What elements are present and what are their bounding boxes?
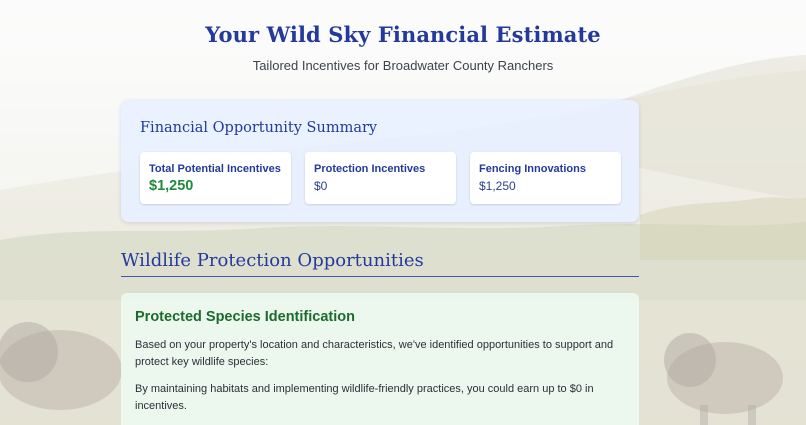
total-incentives-value: $1,250	[149, 178, 194, 194]
species-incentive-text: By maintaining habitats and implementing…	[135, 383, 594, 412]
total-incentives-card: Total Potential Incentives $1,250	[140, 152, 291, 204]
page-subtitle: Tailored Incentives for Broadwater Count…	[252, 58, 554, 73]
financial-summary-panel: Financial Opportunity Summary Total Pote…	[121, 100, 639, 222]
species-title: Protected Species Identification	[135, 309, 355, 325]
protection-incentives-card: Protection Incentives $0	[305, 152, 456, 204]
page-title: Your Wild Sky Financial Estimate	[205, 22, 601, 47]
protection-incentives-value: $0	[314, 179, 328, 193]
summary-title: Financial Opportunity Summary	[140, 120, 378, 136]
protection-incentives-label: Protection Incentives	[314, 163, 426, 175]
fencing-innovations-value: $1,250	[479, 179, 516, 193]
protected-species-panel: Protected Species Identification Based o…	[121, 293, 639, 425]
fencing-innovations-card: Fencing Innovations $1,250	[470, 152, 621, 204]
fencing-innovations-label: Fencing Innovations	[479, 163, 586, 175]
estimate-page: Your Wild Sky Financial Estimate Tailore…	[0, 0, 806, 425]
wildlife-section-heading: Wildlife Protection Opportunities	[121, 250, 639, 277]
species-intro-text: Based on your property's location and ch…	[135, 339, 614, 368]
total-incentives-label: Total Potential Incentives	[149, 163, 281, 175]
